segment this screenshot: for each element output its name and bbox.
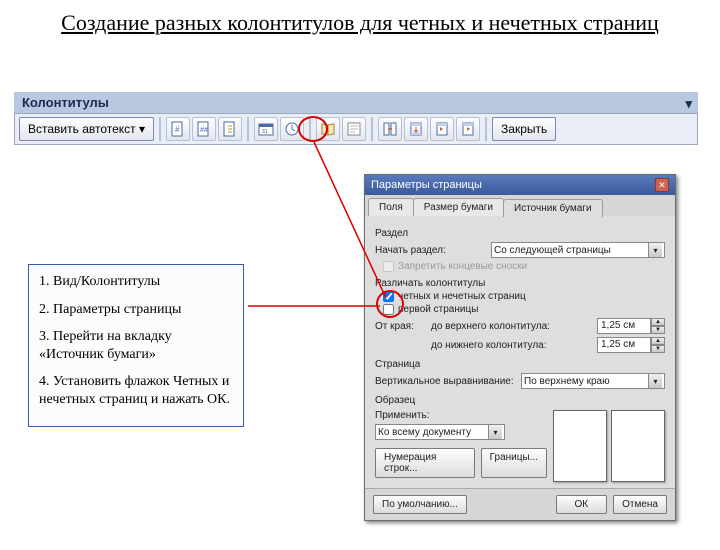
line-numbering-button[interactable]: Нумерация строк... — [375, 448, 475, 478]
chevron-down-icon: ▾ — [648, 243, 662, 257]
show-hide-text-icon[interactable] — [342, 117, 366, 141]
show-previous-icon[interactable] — [430, 117, 454, 141]
toolbar-title[interactable]: Колонтитулы ▾ — [14, 92, 698, 113]
dialog-title-text: Параметры страницы — [371, 179, 482, 191]
to-footer-spinner[interactable]: 1,25 см ▲▼ — [597, 337, 665, 353]
first-page-label: первой страницы — [398, 304, 478, 315]
default-button[interactable]: По умолчанию... — [373, 495, 467, 514]
switch-header-footer-icon[interactable] — [404, 117, 428, 141]
separator — [371, 117, 373, 141]
close-icon[interactable]: ✕ — [655, 178, 669, 192]
step-4: 4. Установить флажок Четных и нечетных с… — [39, 373, 233, 408]
headers-group-label: Различать колонтитулы — [375, 278, 665, 289]
start-section-select[interactable]: Со следующей страницы ▾ — [491, 242, 665, 258]
highlight-circle-icon — [298, 116, 328, 142]
page-count-icon[interactable]: ## — [192, 117, 216, 141]
first-page-checkbox[interactable]: первой страницы — [383, 304, 665, 315]
preview-page — [553, 410, 607, 482]
dialog-body: Раздел Начать раздел: Со следующей стран… — [365, 216, 675, 488]
to-header-spinner[interactable]: 1,25 см ▲▼ — [597, 318, 665, 334]
separator — [159, 117, 161, 141]
page-group-label: Страница — [375, 359, 665, 370]
svg-text:31: 31 — [262, 129, 268, 135]
spin-up-icon[interactable]: ▲ — [651, 318, 665, 326]
close-button[interactable]: Закрыть — [492, 117, 556, 141]
from-edge-label: От края: — [375, 321, 425, 332]
tab-fields[interactable]: Поля — [368, 198, 414, 216]
spin-up-icon[interactable]: ▲ — [651, 337, 665, 345]
apply-to-value: Ко всему документу — [378, 427, 471, 438]
suppress-endnotes-input — [383, 261, 394, 272]
valign-label: Вертикальное выравнивание: — [375, 376, 515, 387]
toolbar-title-label: Колонтитулы — [22, 95, 109, 110]
apply-to-label: Применить: — [375, 410, 547, 421]
format-page-number-icon[interactable] — [218, 117, 242, 141]
suppress-endnotes-label: Запретить концевые сноски — [398, 261, 527, 272]
svg-text:#: # — [175, 125, 180, 134]
show-next-icon[interactable] — [456, 117, 480, 141]
suppress-endnotes-checkbox: Запретить концевые сноски — [383, 261, 665, 272]
separator — [485, 117, 487, 141]
to-footer-value[interactable]: 1,25 см — [597, 337, 651, 353]
instruction-box: 1. Вид/Колонтитулы 2. Параметры страницы… — [28, 264, 244, 427]
to-footer-label: до нижнего колонтитула: — [431, 340, 591, 351]
to-header-label: до верхнего колонтитула: — [431, 321, 591, 332]
ok-button[interactable]: ОК — [556, 495, 608, 514]
page-setup-dialog: Параметры страницы ✕ Поля Размер бумаги … — [364, 174, 676, 521]
separator — [247, 117, 249, 141]
borders-button[interactable]: Границы... — [481, 448, 547, 478]
section-group-label: Раздел — [375, 228, 665, 239]
odd-even-checkbox[interactable]: четных и нечетных страниц — [383, 291, 665, 302]
to-header-value[interactable]: 1,25 см — [597, 318, 651, 334]
toolbar-row: Вставить автотекст ▾ # ## 31 Закрыть — [14, 113, 698, 145]
valign-select[interactable]: По верхнему краю ▾ — [521, 373, 665, 389]
dialog-footer: По умолчанию... ОК Отмена — [365, 488, 675, 520]
valign-value: По верхнему краю — [524, 376, 610, 387]
step-1: 1. Вид/Колонтитулы — [39, 273, 233, 291]
start-section-label: Начать раздел: — [375, 245, 485, 256]
tab-paper-source[interactable]: Источник бумаги — [503, 199, 603, 217]
dialog-tabs: Поля Размер бумаги Источник бумаги — [365, 195, 675, 216]
step-2: 2. Параметры страницы — [39, 301, 233, 319]
tab-paper-size[interactable]: Размер бумаги — [413, 198, 504, 216]
odd-even-label: четных и нечетных страниц — [398, 291, 526, 302]
chevron-down-icon: ▾ — [648, 374, 662, 388]
spin-down-icon[interactable]: ▼ — [651, 345, 665, 353]
header-footer-toolbar: Колонтитулы ▾ Вставить автотекст ▾ # ## … — [14, 92, 698, 145]
apply-to-select[interactable]: Ко всему документу ▾ — [375, 424, 505, 440]
page-number-icon[interactable]: # — [166, 117, 190, 141]
preview-page — [611, 410, 665, 482]
toolbar-dropdown-icon[interactable]: ▾ — [685, 96, 692, 112]
date-icon[interactable]: 31 — [254, 117, 278, 141]
dialog-titlebar[interactable]: Параметры страницы ✕ — [365, 175, 675, 195]
start-section-value: Со следующей страницы — [494, 245, 611, 256]
preview-pages — [553, 410, 665, 482]
page-title: Создание разных колонтитулов для четных … — [60, 10, 660, 36]
preview-group-label: Образец — [375, 395, 665, 406]
svg-text:##: ## — [200, 127, 208, 134]
insert-autotext-button[interactable]: Вставить автотекст ▾ — [19, 117, 154, 141]
cancel-button[interactable]: Отмена — [613, 495, 667, 514]
step-3: 3. Перейти на вкладку «Источник бумаги» — [39, 328, 233, 363]
highlight-circle-icon — [376, 290, 404, 318]
spin-down-icon[interactable]: ▼ — [651, 326, 665, 334]
same-as-previous-icon[interactable] — [378, 117, 402, 141]
chevron-down-icon: ▾ — [488, 425, 502, 439]
